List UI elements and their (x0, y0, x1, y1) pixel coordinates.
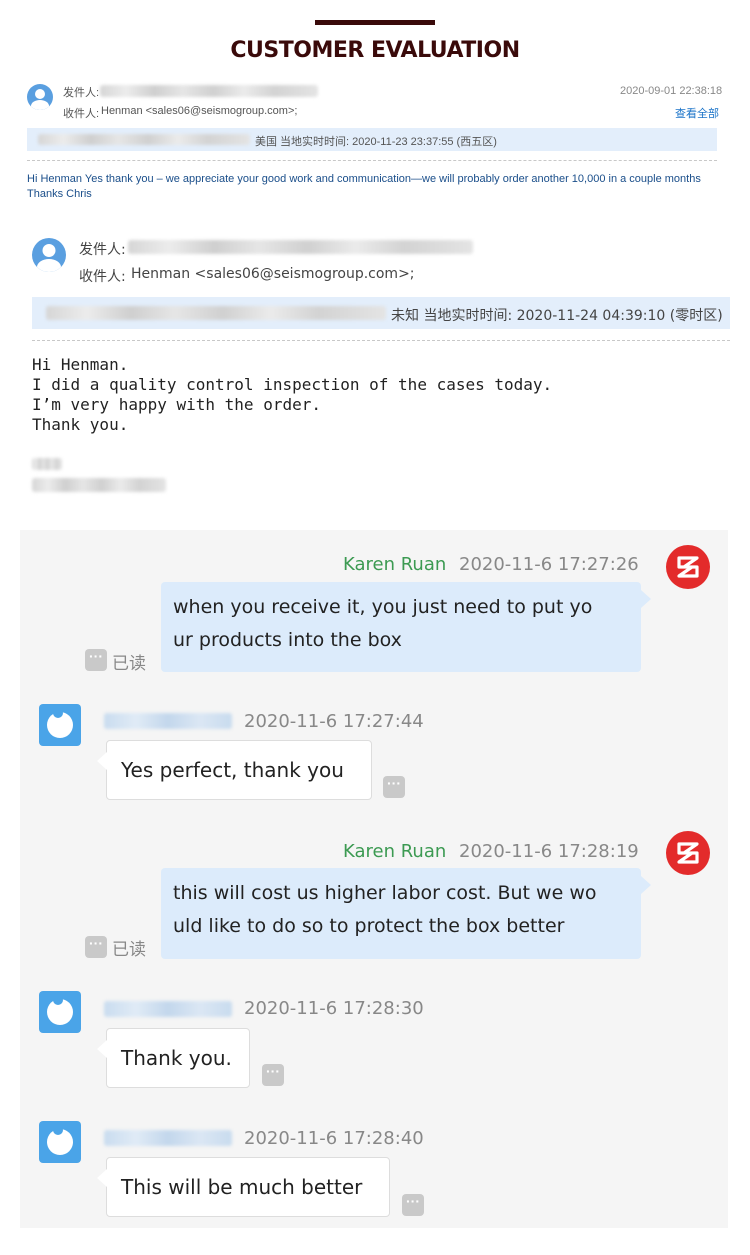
message-bubble[interactable]: this will cost us higher labor cost. But… (161, 868, 641, 959)
email-date: 2020-09-01 22:38:18 (620, 85, 723, 97)
sender-avatar-icon (27, 84, 53, 110)
ip-redacted (46, 306, 386, 320)
email-body-line: I’m very happy with the order. (32, 395, 321, 414)
bubble-tail (97, 1169, 107, 1187)
more-options-icon[interactable]: ··· (85, 936, 107, 958)
email-body-line: I did a quality control inspection of th… (32, 375, 553, 394)
bubble-tail (97, 1040, 107, 1058)
ip-redacted (38, 134, 250, 145)
more-options-icon[interactable]: ··· (402, 1194, 424, 1216)
message-bubble[interactable]: Thank you. (106, 1028, 250, 1088)
read-status: 已读 (112, 940, 146, 960)
from-label: 发件人: (79, 242, 126, 258)
from-label: 发件人: (63, 87, 100, 99)
customer-name-redacted (104, 1130, 232, 1146)
message-time: 2020-11-6 17:27:44 (244, 711, 424, 732)
message-time: 2020-11-6 17:28:30 (244, 998, 424, 1019)
more-options-icon[interactable]: ··· (383, 776, 405, 798)
bubble-tail (641, 590, 651, 608)
message-text: ur products into the box (173, 629, 402, 651)
message-time: 2020-11-6 17:28:19 (459, 841, 639, 862)
customer-avatar-icon (39, 991, 81, 1033)
message-time: 2020-11-6 17:27:26 (459, 554, 639, 575)
local-time-text: 未知 当地实时时间: 2020-11-24 04:39:10 (零时区) (391, 308, 723, 324)
signature-redacted (32, 478, 166, 492)
title-bar-decoration (315, 20, 435, 25)
read-status: 已读 (112, 654, 146, 674)
email-body-line: Hi Henman. (32, 355, 129, 374)
email-body-line: Thank you. (32, 415, 129, 434)
to-value: Henman <sales06@seismogroup.com>; (131, 266, 415, 282)
message-text: uld like to do so to protect the box bet… (173, 915, 565, 937)
email-body: Hi Henman Yes thank you – we appreciate … (27, 173, 701, 200)
more-options-icon[interactable]: ··· (262, 1064, 284, 1086)
message-text: Thank you. (121, 1046, 232, 1070)
message-text: this will cost us higher labor cost. But… (173, 882, 597, 904)
customer-name-redacted (104, 1001, 232, 1017)
bubble-tail (97, 752, 107, 770)
page-title: CUSTOMER EVALUATION (230, 38, 520, 63)
message-text: when you receive it, you just need to pu… (173, 596, 593, 618)
bubble-tail (641, 876, 651, 894)
more-options-icon[interactable]: ··· (85, 649, 107, 671)
message-bubble[interactable]: This will be much better (106, 1157, 390, 1217)
message-bubble[interactable]: when you receive it, you just need to pu… (161, 582, 641, 672)
sender-address-redacted (128, 240, 473, 254)
message-bubble[interactable]: Yes perfect, thank you (106, 740, 372, 800)
sender-address-redacted (100, 85, 318, 97)
message-text: Yes perfect, thank you (121, 758, 344, 782)
to-label: 收件人: (63, 108, 100, 120)
customer-name-redacted (104, 713, 232, 729)
customer-avatar-icon (39, 704, 81, 746)
to-value: Henman <sales06@seismogroup.com>; (101, 105, 298, 117)
divider (27, 160, 717, 161)
message-text: This will be much better (121, 1175, 363, 1199)
sender-avatar-icon (32, 238, 66, 272)
view-all-link[interactable]: 查看全部 (675, 105, 719, 121)
customer-avatar-icon (39, 1121, 81, 1163)
sender-name: Karen Ruan (343, 554, 447, 575)
message-time: 2020-11-6 17:28:40 (244, 1128, 424, 1149)
divider (32, 340, 730, 341)
signature-redacted (32, 458, 62, 470)
local-time-text: 美国 当地实时时间: 2020-11-23 23:37:55 (西五区) (255, 136, 497, 148)
company-logo-icon (666, 831, 710, 875)
company-logo-icon (666, 545, 710, 589)
to-label: 收件人: (79, 269, 126, 285)
sender-name: Karen Ruan (343, 841, 447, 862)
